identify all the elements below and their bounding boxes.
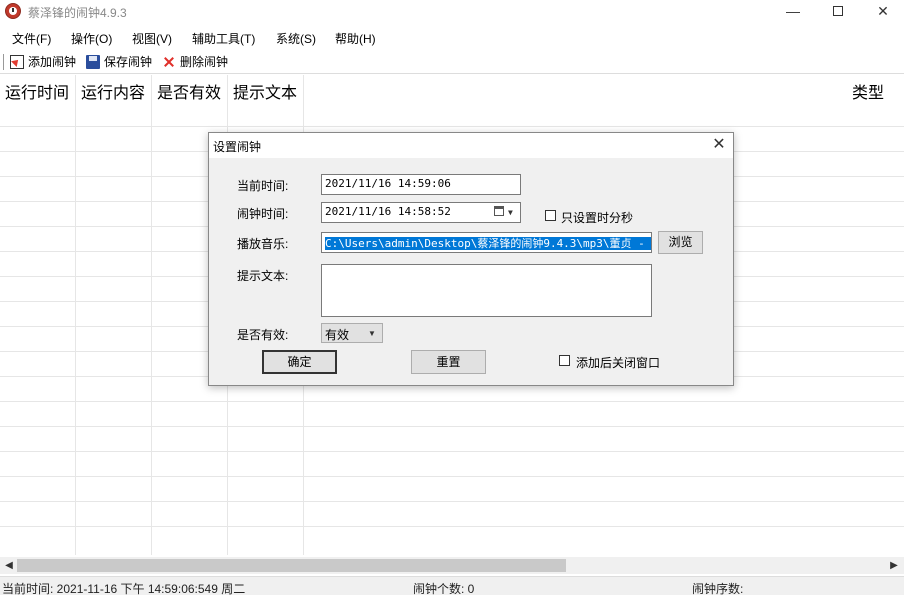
menu-system[interactable]: 系统(S) <box>276 30 316 47</box>
dialog-title: 设置闹钟 <box>213 140 262 154</box>
music-path-field[interactable]: C:\Users\admin\Desktop\蔡泽锋的闹钟9.4.3\mp3\董… <box>321 232 652 253</box>
alarm-time-label: 闹钟时间: <box>237 207 289 221</box>
add-alarm-icon <box>10 55 24 69</box>
save-icon <box>86 55 100 69</box>
valid-select-value: 有效 <box>325 328 350 342</box>
dialog-close-button[interactable]: ✕ <box>709 135 729 155</box>
current-time-label: 当前时间: <box>237 179 289 193</box>
grid-line <box>75 75 76 555</box>
menu-view[interactable]: 视图(V) <box>132 30 172 47</box>
column-header-prompt-text[interactable]: 提示文本 <box>233 79 297 103</box>
reset-button[interactable]: 重置 <box>411 350 486 374</box>
column-header-run-content[interactable]: 运行内容 <box>81 79 145 103</box>
grid-line <box>0 401 904 402</box>
grid-line <box>0 426 904 427</box>
column-header-run-time[interactable]: 运行时间 <box>5 79 69 103</box>
minimize-button[interactable]: — <box>770 0 816 24</box>
set-alarm-dialog: 设置闹钟 ✕ 当前时间: 2021/11/16 14:59:06 闹钟时间: 2… <box>208 132 734 386</box>
menu-file[interactable]: 文件(F) <box>12 30 51 47</box>
grid-line <box>0 476 904 477</box>
delete-icon <box>162 55 176 69</box>
scroll-right-icon[interactable]: ▶ <box>887 559 901 573</box>
close-after-add-checkbox[interactable] <box>559 355 570 366</box>
add-alarm-button[interactable]: 添加闹钟 <box>10 52 78 72</box>
status-bar: 当前时间: 2021-11-16 下午 14:59:06:549 周二 闹钟个数… <box>0 576 904 596</box>
grid-line <box>0 526 904 527</box>
menu-tools[interactable]: 辅助工具(T) <box>192 30 255 47</box>
menu-operate[interactable]: 操作(O) <box>71 30 112 47</box>
toolbar-grip <box>3 54 4 70</box>
browse-button[interactable]: 浏览 <box>658 231 703 254</box>
chevron-down-icon[interactable]: ▼ <box>508 208 513 217</box>
only-hms-checkbox[interactable] <box>545 210 556 221</box>
delete-alarm-label: 删除闹钟 <box>180 55 229 69</box>
main-window: 蔡泽锋的闹钟4.9.3 — ✕ 文件(F) 操作(O) 视图(V) 辅助工具(T… <box>0 0 904 596</box>
column-header-valid[interactable]: 是否有效 <box>157 79 221 103</box>
only-hms-label[interactable]: 只设置时分秒 <box>561 209 633 226</box>
toolbar: 添加闹钟 保存闹钟 删除闹钟 <box>0 50 904 74</box>
scrollbar-thumb[interactable] <box>17 559 566 572</box>
maximize-button[interactable] <box>815 0 861 24</box>
save-alarm-button[interactable]: 保存闹钟 <box>86 52 154 72</box>
save-alarm-label: 保存闹钟 <box>104 55 153 69</box>
alarm-time-picker[interactable]: 2021/11/16 14:58:52 ▼ <box>321 202 521 223</box>
close-window-button[interactable]: ✕ <box>860 0 904 24</box>
column-header-type[interactable]: 类型 <box>852 79 884 103</box>
music-label: 播放音乐: <box>237 237 289 251</box>
close-after-add-label[interactable]: 添加后关闭窗口 <box>576 354 660 371</box>
delete-alarm-button[interactable]: 删除闹钟 <box>162 52 232 72</box>
horizontal-scrollbar[interactable]: ◀ ▶ <box>0 557 904 574</box>
status-alarm-index: 闹钟序数: <box>692 582 744 596</box>
maximize-icon <box>833 6 843 16</box>
valid-label: 是否有效: <box>237 328 289 342</box>
calendar-icon[interactable] <box>494 206 504 216</box>
alarm-time-value: 2021/11/16 14:58:52 <box>325 205 451 218</box>
prompt-text-area[interactable] <box>321 264 652 317</box>
ok-button[interactable]: 确定 <box>262 350 337 374</box>
window-title: 蔡泽锋的闹钟4.9.3 <box>28 6 127 20</box>
current-time-field[interactable]: 2021/11/16 14:59:06 <box>321 174 521 195</box>
valid-select[interactable]: 有效 ▼ <box>321 323 383 343</box>
grid-line <box>0 126 904 127</box>
status-alarm-count: 闹钟个数: 0 <box>413 582 475 596</box>
alarm-clock-icon <box>5 3 21 19</box>
grid-line <box>151 75 152 555</box>
grid-line <box>0 451 904 452</box>
menu-help[interactable]: 帮助(H) <box>335 30 376 47</box>
scroll-left-icon[interactable]: ◀ <box>2 559 16 573</box>
menu-bar: 文件(F) 操作(O) 视图(V) 辅助工具(T) 系统(S) 帮助(H) <box>0 27 904 49</box>
dialog-title-bar: 设置闹钟 ✕ <box>209 133 733 158</box>
chevron-down-icon: ▼ <box>368 329 376 338</box>
title-bar: 蔡泽锋的闹钟4.9.3 — ✕ <box>0 0 904 24</box>
prompt-text-label: 提示文本: <box>237 269 289 283</box>
status-current-time: 当前时间: 2021-11-16 下午 14:59:06:549 周二 <box>2 582 246 596</box>
add-alarm-label: 添加闹钟 <box>28 55 77 69</box>
music-path-value: C:\Users\admin\Desktop\蔡泽锋的闹钟9.4.3\mp3\董… <box>325 237 651 250</box>
grid-line <box>0 501 904 502</box>
